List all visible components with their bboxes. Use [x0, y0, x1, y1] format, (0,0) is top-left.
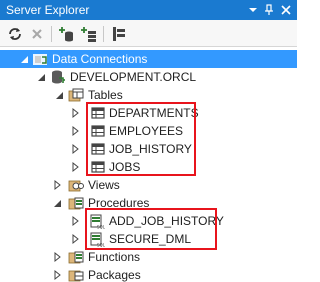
expand-arrow-icon[interactable]	[71, 125, 81, 137]
collapse-arrow-icon[interactable]	[53, 197, 63, 209]
tree-node-packages[interactable]: Packages	[0, 266, 297, 282]
tree-node-data-connections[interactable]: Data Connections	[0, 50, 297, 68]
database-connection-icon	[50, 69, 66, 85]
window-position-menu-icon[interactable]	[246, 2, 260, 17]
tree-node-label: Packages	[88, 268, 141, 282]
procedures-folder-icon	[68, 195, 84, 211]
collapse-arrow-icon[interactable]	[20, 53, 30, 65]
expand-arrow-icon[interactable]	[71, 215, 81, 227]
connect-to-database-icon[interactable]	[58, 25, 76, 43]
tables-highlight-box	[86, 102, 196, 176]
toolbar	[0, 20, 297, 47]
tree-node-connection[interactable]: DEVELOPMENT.ORCL	[0, 68, 297, 86]
expand-arrow-icon[interactable]	[53, 269, 63, 281]
pin-icon[interactable]	[262, 2, 276, 17]
tree-node-label: Data Connections	[52, 52, 148, 66]
data-connections-icon	[32, 51, 48, 67]
tree-node-label: Functions	[88, 250, 141, 264]
connect-to-server-icon[interactable]	[80, 25, 98, 43]
close-icon[interactable]	[279, 2, 293, 17]
procedures-highlight-box	[85, 208, 217, 250]
server-explorer-tree: Data Connections DEVELOPMENT.ORCL Tables…	[0, 48, 297, 282]
tree-node-label: Views	[88, 178, 120, 192]
expand-arrow-icon[interactable]	[71, 107, 81, 119]
tree-node-label: Tables	[88, 88, 123, 102]
expand-arrow-icon[interactable]	[71, 233, 81, 245]
tree-node-label: DEVELOPMENT.ORCL	[70, 70, 197, 84]
panel-title-bar[interactable]: Server Explorer	[0, 0, 297, 20]
toolbar-separator	[51, 26, 52, 42]
tree-node-views[interactable]: Views	[0, 176, 297, 194]
functions-folder-icon	[68, 249, 84, 265]
collapse-arrow-icon[interactable]	[55, 89, 65, 101]
expand-arrow-icon[interactable]	[71, 143, 81, 155]
collapse-arrow-icon[interactable]	[37, 71, 47, 83]
expand-arrow-icon[interactable]	[53, 179, 63, 191]
toolbar-separator	[103, 26, 104, 42]
views-folder-icon	[68, 177, 84, 193]
expand-arrow-icon[interactable]	[71, 161, 81, 173]
properties-icon[interactable]	[110, 25, 128, 43]
panel-title: Server Explorer	[6, 3, 90, 17]
tables-folder-icon	[68, 87, 84, 103]
packages-folder-icon	[68, 267, 84, 282]
refresh-icon[interactable]	[6, 25, 24, 43]
expand-arrow-icon[interactable]	[53, 251, 63, 263]
stop-icon[interactable]	[28, 25, 46, 43]
tree-node-functions[interactable]: Functions	[0, 248, 297, 266]
